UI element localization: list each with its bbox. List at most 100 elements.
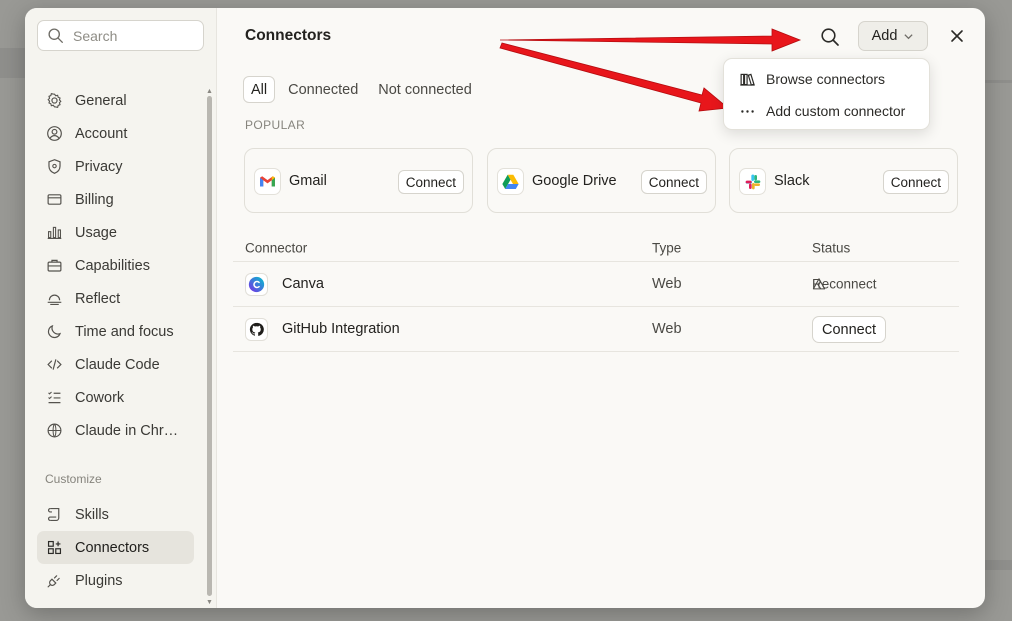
- gmail-icon: [254, 168, 281, 195]
- tab-connected[interactable]: Connected: [281, 76, 365, 103]
- sidebar-section-customize: Customize: [45, 472, 102, 486]
- code-icon: [47, 359, 62, 370]
- search-icon[interactable]: [819, 26, 841, 48]
- chevron-down-icon: [904, 33, 914, 39]
- sidebar-item-label: Claude Code: [75, 356, 160, 373]
- table-row[interactable]: Canva Web Reconnect: [233, 262, 959, 307]
- popular-section-label: POPULAR: [245, 118, 306, 132]
- briefcase-icon: [47, 259, 62, 272]
- sidebar-item-label: Skills: [75, 506, 109, 523]
- canva-icon: [245, 273, 268, 296]
- table-row[interactable]: GitHub Integration Web Connect: [233, 307, 959, 352]
- sidebar-item-claude-in-chrome[interactable]: Claude in Chr…: [37, 414, 194, 447]
- tab-not-connected[interactable]: Not connected: [371, 76, 479, 103]
- ellipsis-icon: [741, 109, 754, 113]
- grid-plus-icon: [47, 540, 62, 555]
- sidebar-nav: General Account Privacy Billing Usage Ca…: [37, 84, 194, 447]
- checklist-icon: [48, 391, 61, 404]
- menu-item-browse-connectors[interactable]: Browse connectors: [724, 64, 929, 94]
- sidebar-item-skills[interactable]: Skills: [37, 498, 194, 531]
- sidebar-item-label: Account: [75, 125, 128, 142]
- connector-name: GitHub Integration: [282, 321, 400, 337]
- close-icon[interactable]: [949, 28, 965, 44]
- connector-card-name: Google Drive: [532, 173, 617, 189]
- header-connector: Connector: [245, 240, 308, 255]
- sidebar-search[interactable]: [37, 20, 204, 51]
- connector-type: Web: [652, 276, 682, 292]
- connect-slack-button[interactable]: Connect: [882, 170, 949, 194]
- credit-card-icon: [47, 194, 62, 205]
- sidebar-item-connectors[interactable]: Connectors: [37, 531, 194, 564]
- sunrise-icon: [47, 294, 62, 306]
- sidebar-item-label: Claude in Chr…: [75, 422, 179, 439]
- status-label: Reconnect: [812, 276, 877, 292]
- connector-card-name: Slack: [774, 173, 810, 189]
- github-icon: [245, 318, 268, 341]
- moon-icon: [47, 324, 62, 339]
- connect-github-button[interactable]: Connect: [812, 316, 887, 343]
- connectors-settings-modal: General Account Privacy Billing Usage Ca…: [25, 8, 985, 608]
- table-header: Connector Type Status: [233, 234, 959, 262]
- connector-card-slack[interactable]: Slack Connect: [729, 148, 958, 213]
- sidebar-item-account[interactable]: Account: [37, 117, 194, 150]
- connector-card-name: Gmail: [289, 173, 327, 189]
- gear-icon: [47, 92, 62, 109]
- google-drive-icon: [497, 168, 524, 195]
- connectors-table: Connector Type Status Canva Web Reconnec…: [233, 234, 959, 352]
- connector-card-google-drive[interactable]: Google Drive Connect: [487, 148, 716, 213]
- bar-chart-icon: [47, 226, 62, 240]
- reconnect-status[interactable]: Reconnect: [812, 277, 877, 292]
- header-status: Status: [812, 240, 851, 255]
- user-circle-icon: [47, 126, 62, 141]
- scroll-up-arrow-icon[interactable]: ▲: [205, 88, 214, 96]
- add-button[interactable]: Add: [858, 21, 928, 51]
- sidebar-scrollbar[interactable]: [207, 96, 212, 596]
- sidebar-item-label: Usage: [75, 224, 117, 241]
- sidebar-item-label: Privacy: [75, 158, 123, 175]
- connect-google-drive-button[interactable]: Connect: [640, 170, 707, 194]
- sidebar-item-label: Connectors: [75, 539, 150, 556]
- scroll-icon: [48, 507, 60, 522]
- sidebar-item-usage[interactable]: Usage: [37, 216, 194, 249]
- menu-item-add-custom-connector[interactable]: Add custom connector: [724, 96, 929, 126]
- sidebar-item-time-and-focus[interactable]: Time and focus: [37, 315, 194, 348]
- sidebar-item-label: Cowork: [75, 389, 125, 406]
- settings-sidebar: General Account Privacy Billing Usage Ca…: [25, 8, 217, 608]
- sidebar-item-general[interactable]: General: [37, 84, 194, 117]
- slack-icon: [739, 168, 766, 195]
- sidebar-item-capabilities[interactable]: Capabilities: [37, 249, 194, 282]
- sidebar-item-billing[interactable]: Billing: [37, 183, 194, 216]
- connector-name: Canva: [282, 276, 324, 292]
- add-dropdown-menu: Browse connectors Add custom connector: [723, 58, 930, 130]
- connect-gmail-button[interactable]: Connect: [397, 170, 464, 194]
- sidebar-item-label: Time and focus: [75, 323, 174, 340]
- page-title: Connectors: [245, 27, 332, 44]
- menu-item-label: Browse connectors: [766, 71, 886, 87]
- sidebar-item-claude-code[interactable]: Claude Code: [37, 348, 194, 381]
- sidebar-item-plugins[interactable]: Plugins: [37, 564, 194, 597]
- header-type: Type: [652, 240, 682, 255]
- sidebar-item-label: General: [75, 92, 127, 109]
- scroll-down-arrow-icon[interactable]: ▼: [205, 599, 214, 607]
- tab-all[interactable]: All: [243, 76, 276, 103]
- globe-icon: [47, 423, 62, 438]
- plug-icon: [47, 575, 60, 588]
- sidebar-item-label: Reflect: [75, 290, 121, 307]
- library-icon: [740, 73, 755, 86]
- sidebar-search-input[interactable]: [73, 27, 183, 44]
- shield-icon: [48, 159, 61, 174]
- connector-type: Web: [652, 321, 682, 337]
- connector-card-gmail[interactable]: Gmail Connect: [244, 148, 473, 213]
- connector-filter-tabs: All Connected Not connected: [243, 76, 479, 103]
- menu-item-label: Add custom connector: [766, 103, 906, 119]
- sidebar-customize-nav: Skills Connectors Plugins: [37, 498, 194, 597]
- sidebar-item-label: Plugins: [75, 572, 123, 589]
- sidebar-item-cowork[interactable]: Cowork: [37, 381, 194, 414]
- sidebar-item-reflect[interactable]: Reflect: [37, 282, 194, 315]
- sidebar-item-label: Capabilities: [75, 257, 150, 274]
- sidebar-item-label: Billing: [75, 191, 114, 208]
- sidebar-item-privacy[interactable]: Privacy: [37, 150, 194, 183]
- search-icon: [48, 28, 63, 43]
- connectors-panel: Connectors Add Browse connectors Add cus…: [217, 8, 985, 608]
- add-button-label: Add: [871, 28, 898, 44]
